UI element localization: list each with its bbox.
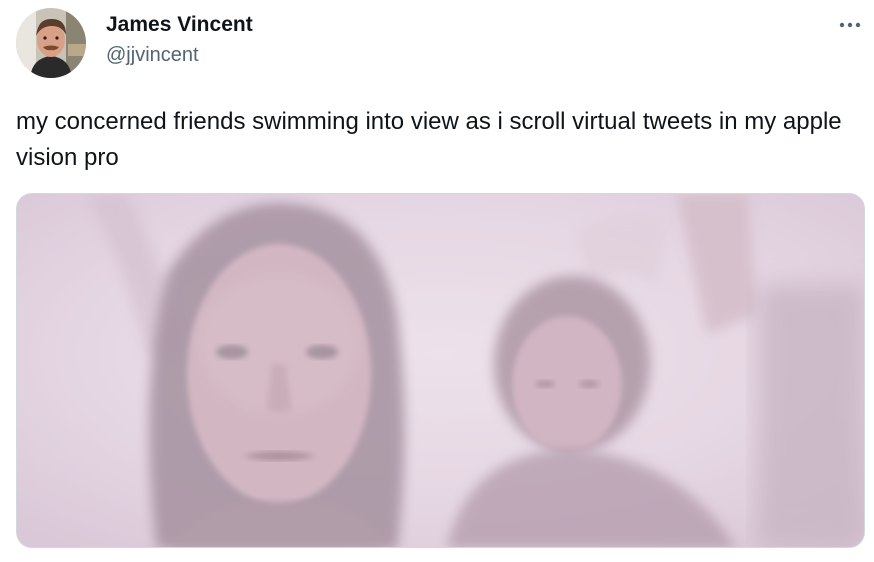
avatar[interactable] — [16, 8, 86, 78]
tweet-text: my concerned friends swimming into view … — [16, 108, 842, 171]
tweet-media-photo[interactable] — [16, 193, 865, 548]
more-horizontal-icon — [839, 22, 861, 28]
author-handle[interactable]: @jjvincent — [106, 42, 253, 68]
tweet: James Vincent @jjvincent my concerned fr… — [0, 0, 874, 562]
author-info: James Vincent @jjvincent — [106, 12, 253, 68]
photo-image — [17, 194, 864, 547]
author-display-name[interactable]: James Vincent — [106, 12, 253, 38]
profile-photo-icon — [16, 8, 86, 78]
more-options-button[interactable] — [832, 12, 868, 38]
